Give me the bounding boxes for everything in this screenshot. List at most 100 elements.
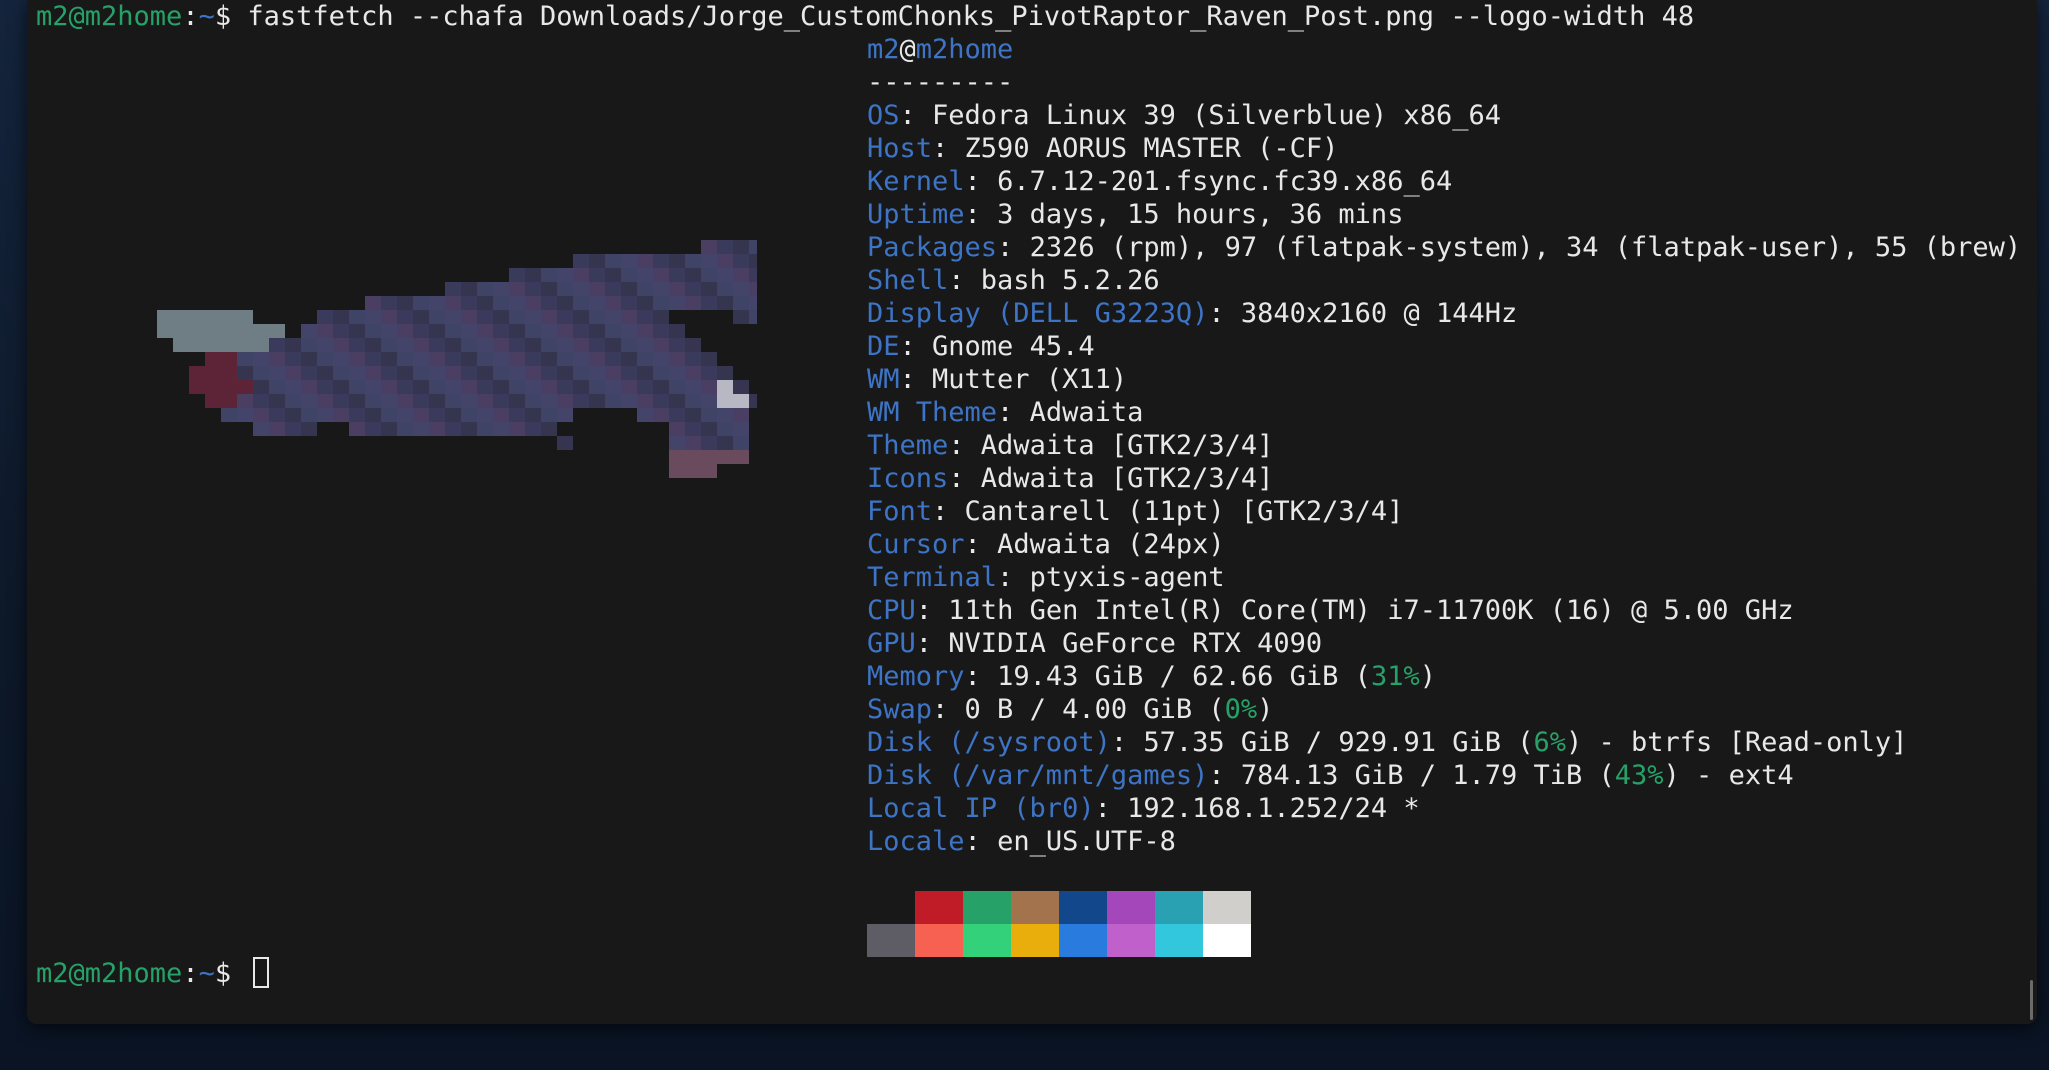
palette-swatch bbox=[1059, 891, 1107, 924]
info-sep: : bbox=[948, 265, 981, 296]
palette-swatch bbox=[915, 924, 963, 957]
info-value: ptyxis-agent bbox=[1029, 562, 1225, 593]
palette-swatch bbox=[1107, 924, 1155, 957]
info-usage-row: Memory: 19.43 GiB / 62.66 GiB (31%) bbox=[867, 660, 2021, 693]
info-value: Gnome 45.4 bbox=[932, 331, 1095, 362]
info-row: OS: Fedora Linux 39 (Silverblue) x86_64 bbox=[867, 99, 2021, 132]
shell-prompt[interactable]: m2@m2home:~$ bbox=[36, 957, 270, 990]
info-row: Host: Z590 AORUS MASTER (-CF) bbox=[867, 132, 2021, 165]
info-value: 11th Gen Intel(R) Core(TM) i7-11700K (16… bbox=[948, 595, 1794, 626]
usage-percent: 31% bbox=[1370, 661, 1420, 692]
prompt-colon: : bbox=[182, 958, 199, 989]
info-sep: : bbox=[948, 430, 981, 461]
info-sep: : bbox=[1208, 760, 1241, 791]
prompt-cwd: ~ bbox=[198, 958, 215, 989]
info-key: Terminal bbox=[867, 562, 998, 593]
info-sep: : bbox=[997, 232, 1030, 263]
palette-swatch bbox=[1059, 924, 1107, 957]
prompt-user-host: m2@m2home bbox=[36, 1, 183, 32]
prompt-dollar: $ bbox=[214, 1, 248, 32]
info-sep: : bbox=[899, 331, 933, 362]
info-rows: OS: Fedora Linux 39 (Silverblue) x86_64 H… bbox=[867, 99, 2021, 660]
info-sep: : bbox=[964, 166, 998, 197]
info-value: Adwaita [GTK2/3/4] bbox=[980, 463, 1274, 494]
info-sep: : bbox=[1208, 298, 1241, 329]
info-row: Packages: 2326 (rpm), 97 (flatpak-system… bbox=[867, 231, 2021, 264]
palette-swatch bbox=[1011, 924, 1059, 957]
info-key: Font bbox=[867, 496, 933, 527]
info-value: Adwaita bbox=[1029, 397, 1144, 428]
palette-swatch bbox=[1203, 924, 1251, 957]
info-value-suffix: ) - ext4 bbox=[1663, 760, 1794, 791]
palette-swatch bbox=[963, 924, 1011, 957]
info-key: CPU bbox=[867, 595, 916, 626]
palette-swatch bbox=[867, 924, 915, 957]
usage-percent: 43% bbox=[1614, 760, 1664, 791]
info-value-suffix: ) bbox=[1257, 694, 1274, 725]
info-sep: : bbox=[964, 199, 998, 230]
info-sep: : bbox=[1110, 727, 1144, 758]
info-key: WM Theme bbox=[867, 397, 998, 428]
info-key: Kernel bbox=[867, 166, 965, 197]
info-row: Icons: Adwaita [GTK2/3/4] bbox=[867, 462, 2021, 495]
info-key: Locale bbox=[867, 826, 965, 857]
info-sep: : bbox=[964, 529, 998, 560]
palette-swatch bbox=[1107, 891, 1155, 924]
info-sep: : bbox=[964, 661, 998, 692]
usage-percent: 0% bbox=[1224, 694, 1258, 725]
info-key: Packages bbox=[867, 232, 998, 263]
info-value-suffix: ) - btrfs [Read-only] bbox=[1566, 727, 1908, 758]
info-row: Cursor: Adwaita (24px) bbox=[867, 528, 2021, 561]
info-row: Kernel: 6.7.12-201.fsync.fc39.x86_64 bbox=[867, 165, 2021, 198]
info-row: Locale: en_US.UTF-8 bbox=[867, 825, 2021, 858]
palette-swatch bbox=[1155, 924, 1203, 957]
info-row: Display (DELL G3223Q): 3840x2160 @ 144Hz bbox=[867, 297, 2021, 330]
info-row: Theme: Adwaita [GTK2/3/4] bbox=[867, 429, 2021, 462]
info-key: GPU bbox=[867, 628, 916, 659]
info-sep: : bbox=[915, 628, 949, 659]
info-key: Icons bbox=[867, 463, 949, 494]
info-key: Swap bbox=[867, 694, 933, 725]
usage-percent: 6% bbox=[1533, 727, 1567, 758]
info-value: Adwaita (24px) bbox=[997, 529, 1225, 560]
command-line: m2@m2home:~$ fastfetch --chafa Downloads… bbox=[36, 0, 1694, 33]
info-value: Fedora Linux 39 (Silverblue) x86_64 bbox=[932, 100, 1501, 131]
info-key: WM bbox=[867, 364, 900, 395]
palette-swatch bbox=[867, 891, 915, 924]
color-palette bbox=[867, 891, 1251, 957]
info-header: m2@m2home bbox=[867, 33, 2021, 66]
info-value: 57.35 GiB / 929.91 GiB ( bbox=[1143, 727, 1534, 758]
info-key: Disk (/var/mnt/games) bbox=[867, 760, 1209, 791]
info-key: Local IP (br0) bbox=[867, 793, 1095, 824]
info-row: Local IP (br0): 192.168.1.252/24 * bbox=[867, 792, 2021, 825]
prompt-dollar: $ bbox=[214, 958, 248, 989]
palette-swatch bbox=[963, 891, 1011, 924]
system-info-panel: m2@m2home --------- OS: Fedora Linux 39 … bbox=[867, 33, 2021, 858]
info-host: m2home bbox=[915, 34, 1014, 65]
info-sep: : bbox=[932, 694, 965, 725]
info-sep: : bbox=[964, 826, 998, 857]
palette-swatch bbox=[1155, 891, 1203, 924]
info-key: Host bbox=[867, 133, 933, 164]
info-key: Cursor bbox=[867, 529, 965, 560]
info-value: 3 days, 15 hours, 36 mins bbox=[997, 199, 1404, 230]
scrollbar-thumb[interactable] bbox=[2030, 980, 2033, 1020]
info-at: @ bbox=[899, 34, 916, 65]
info-row: WM Theme: Adwaita bbox=[867, 396, 2021, 429]
prompt-cwd: ~ bbox=[198, 1, 215, 32]
info-key: OS bbox=[867, 100, 900, 131]
info-row: GPU: NVIDIA GeForce RTX 4090 bbox=[867, 627, 2021, 660]
info-usage-row: Swap: 0 B / 4.00 GiB (0%) bbox=[867, 693, 2021, 726]
info-key: Theme bbox=[867, 430, 949, 461]
terminal-window[interactable]: m2@m2home:~$ fastfetch --chafa Downloads… bbox=[27, 0, 2037, 1024]
info-sep: : bbox=[997, 397, 1030, 428]
prompt-colon: : bbox=[182, 1, 199, 32]
info-key: Shell bbox=[867, 265, 949, 296]
info-key: Display (DELL G3223Q) bbox=[867, 298, 1209, 329]
info-value-suffix: ) bbox=[1419, 661, 1436, 692]
info-value: 192.168.1.252/24 * bbox=[1127, 793, 1420, 824]
info-value: bash 5.2.26 bbox=[980, 265, 1160, 296]
info-row: WM: Mutter (X11) bbox=[867, 363, 2021, 396]
info-row: Uptime: 3 days, 15 hours, 36 mins bbox=[867, 198, 2021, 231]
info-usage-row: Disk (/var/mnt/games): 784.13 GiB / 1.79… bbox=[867, 759, 2021, 792]
